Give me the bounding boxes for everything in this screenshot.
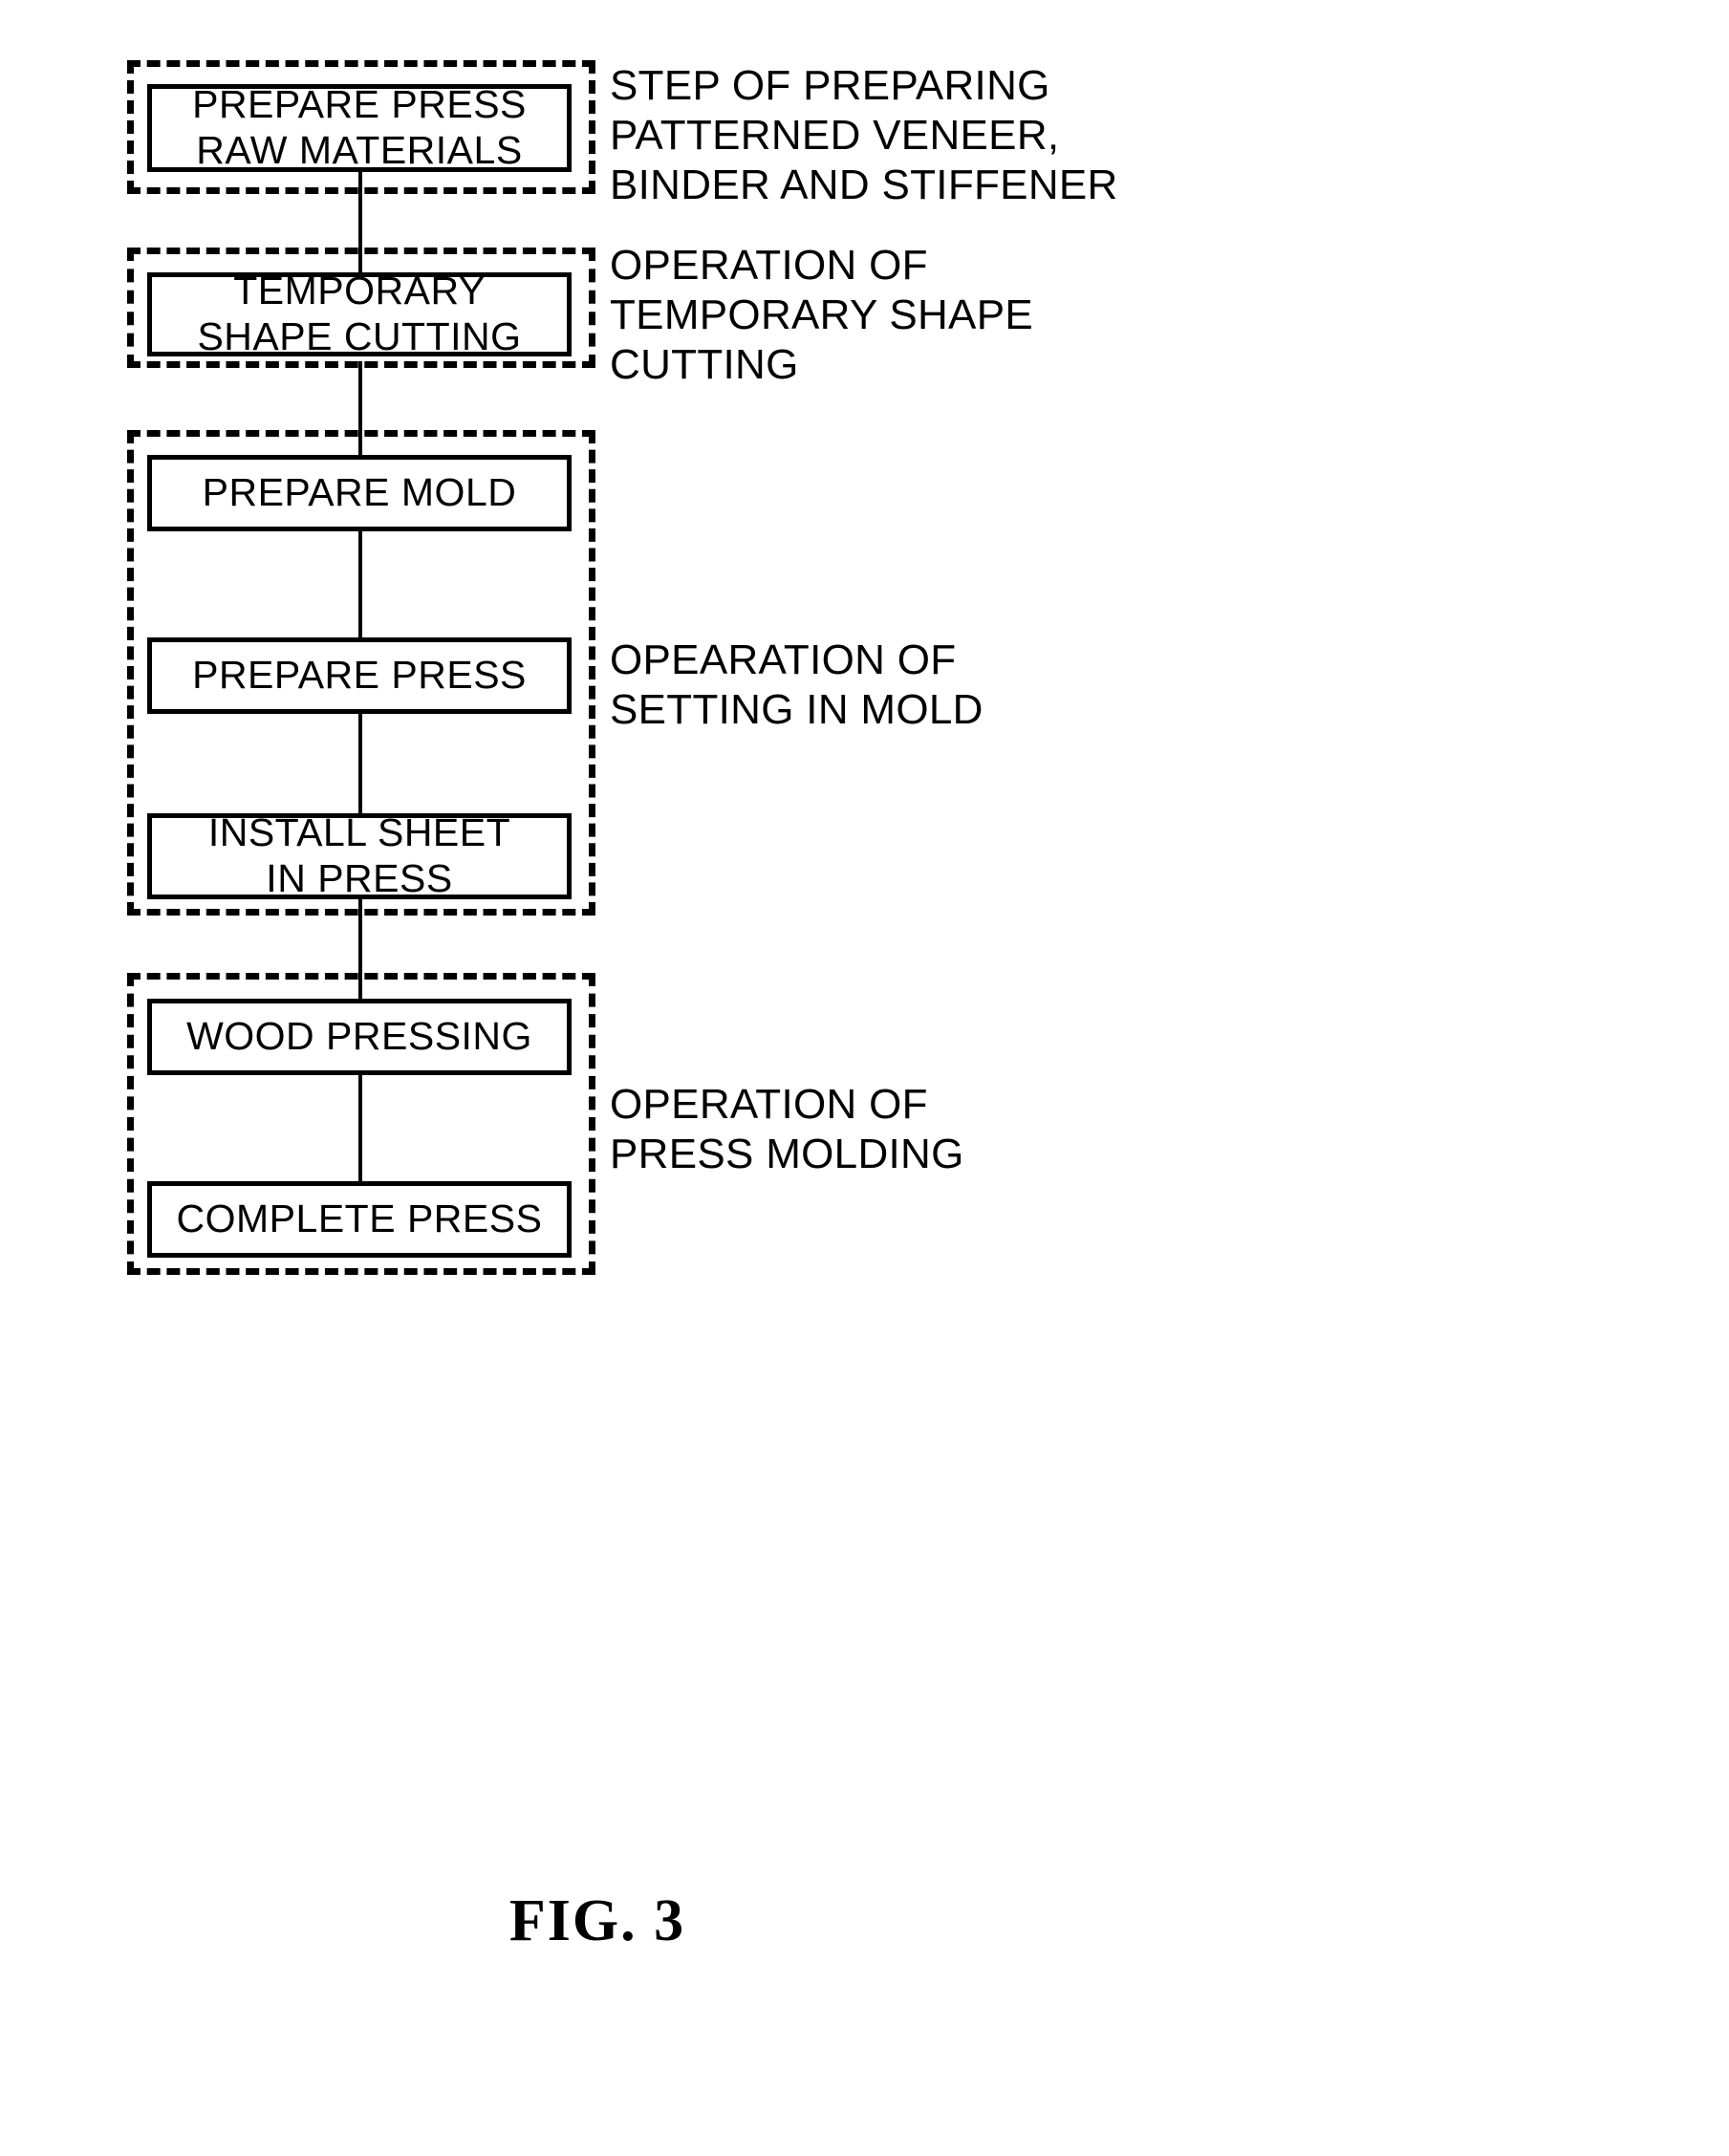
step-prepare-press-raw-materials[interactable]: PREPARE PRESS RAW MATERIALS <box>147 82 572 172</box>
step-label: TEMPORARY SHAPE CUTTING <box>197 269 522 358</box>
figure-caption: FIG. 3 <box>508 1888 686 1953</box>
annotation-press-molding: OPERATION OF PRESS MOLDING <box>610 1081 964 1177</box>
annotation-setting-in-mold: OPEARATION OF SETTING IN MOLD <box>610 636 983 733</box>
step-label: INSTALL SHEET IN PRESS <box>207 810 511 900</box>
annotation-preparing: STEP OF PREPARING PATTERNED VENEER, BIND… <box>610 62 1118 208</box>
step-complete-press[interactable]: COMPLETE PRESS <box>147 1181 572 1258</box>
step-prepare-mold[interactable]: PREPARE MOLD <box>147 455 572 531</box>
step-label: WOOD PRESSING <box>186 1014 532 1059</box>
step-wood-pressing[interactable]: WOOD PRESSING <box>147 999 572 1075</box>
step-prepare-press[interactable]: PREPARE PRESS <box>147 637 572 714</box>
annotation-temporary-shape-cutting: OPERATION OF TEMPORARY SHAPE CUTTING <box>610 242 1033 388</box>
figure-3-flowchart: PREPARE PRESS RAW MATERIALS STEP OF PREP… <box>0 0 1729 2156</box>
step-temporary-shape-cutting[interactable]: TEMPORARY SHAPE CUTTING <box>147 269 572 358</box>
step-label: COMPLETE PRESS <box>176 1197 543 1241</box>
step-label: PREPARE MOLD <box>202 470 517 515</box>
step-label: PREPARE PRESS RAW MATERIALS <box>192 82 527 172</box>
step-label: PREPARE PRESS <box>192 653 527 698</box>
step-install-sheet-in-press[interactable]: INSTALL SHEET IN PRESS <box>147 810 572 900</box>
